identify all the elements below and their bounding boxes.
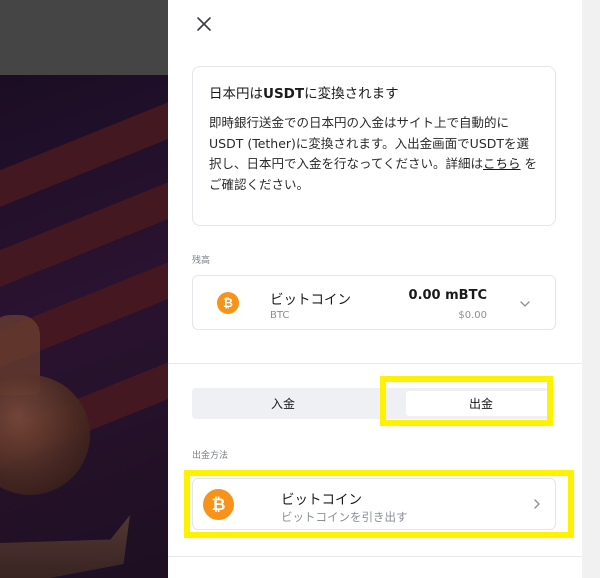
withdraw-method-bitcoin[interactable]: ₿ ビットコイン ビットコインを引き出す [192, 478, 556, 530]
notice-body-text: 即時銀行送金での日本円の入金はサイト上で自動的にUSDT (Tether)に変換… [209, 115, 530, 171]
tab-deposit[interactable]: 入金 [192, 388, 374, 419]
section-divider [168, 363, 582, 364]
jpy-conversion-notice: 日本円はUSDTに変換されます 即時銀行送金での日本円の入金はサイト上で自動的に… [192, 66, 556, 226]
background-promo-image [0, 48, 168, 578]
notice-title-suffix: に変換されます [304, 86, 399, 102]
background-casino-banner [0, 0, 168, 578]
close-icon [197, 17, 211, 31]
bitcoin-icon: ₿ [203, 489, 234, 520]
notice-title: 日本円はUSDTに変換されます [209, 85, 539, 103]
notice-title-currency: USDT [263, 86, 305, 102]
section-divider [168, 556, 582, 557]
method-name: ビットコイン [281, 492, 362, 508]
background-yacht [0, 515, 130, 578]
chevron-right-icon [534, 499, 540, 509]
method-description: ビットコインを引き出す [281, 510, 408, 524]
chevron-down-icon [520, 301, 530, 307]
tab-withdraw[interactable]: 出金 [406, 391, 556, 416]
background-ball [0, 375, 90, 495]
scrollbar[interactable] [582, 0, 600, 578]
close-button[interactable] [192, 12, 216, 36]
deposit-withdraw-tabs: 入金 出金 [192, 388, 556, 419]
notice-title-prefix: 日本円は [209, 86, 263, 102]
notice-details-link[interactable]: こちら [483, 156, 521, 171]
balance-amount: 0.00 mBTC [408, 288, 487, 303]
wallet-panel: 日本円はUSDTに変換されます 即時銀行送金での日本円の入金はサイト上で自動的に… [168, 0, 582, 578]
background-header-dimmed [0, 0, 168, 75]
currency-code: BTC [270, 310, 290, 321]
balance-label: 残高 [192, 256, 211, 266]
bitcoin-icon: ₿ [217, 292, 239, 314]
currency-name: ビットコイン [270, 292, 351, 308]
notice-body: 即時銀行送金での日本円の入金はサイト上で自動的にUSDT (Tether)に変換… [209, 113, 539, 195]
balance-fiat-value: $0.00 [458, 310, 487, 321]
withdraw-method-label: 出金方法 [192, 451, 229, 461]
currency-selector[interactable]: ₿ ビットコイン BTC 0.00 mBTC $0.00 [192, 275, 556, 330]
